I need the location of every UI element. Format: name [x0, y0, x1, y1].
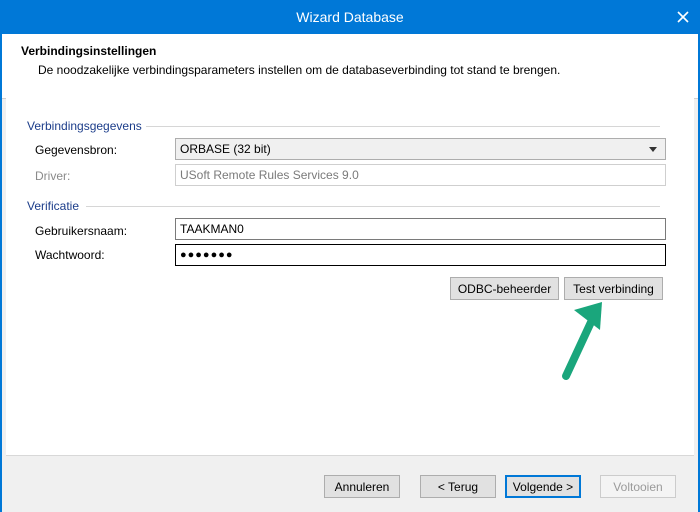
test-connection-button[interactable]: Test verbinding	[564, 277, 663, 300]
next-button[interactable]: Volgende >	[505, 475, 581, 498]
title-bar: Wizard Database	[0, 0, 700, 34]
datasource-select[interactable]: ORBASE (32 bit)	[175, 138, 666, 160]
window-frame-left	[0, 34, 2, 512]
cancel-button[interactable]: Annuleren	[324, 475, 400, 498]
wizard-content: Verbindingsgegevens Gegevensbron: ORBASE…	[6, 98, 694, 456]
password-label: Wachtwoord:	[35, 248, 105, 262]
driver-value: USoft Remote Rules Services 9.0	[180, 168, 359, 182]
password-value: ●●●●●●●	[180, 249, 234, 261]
wizard-header: Verbindingsinstellingen De noodzakelijke…	[2, 34, 698, 99]
annotation-arrow-icon	[562, 302, 602, 380]
close-icon	[677, 11, 689, 23]
wizard-footer: Annuleren < Terug Volgende > Voltooien	[2, 456, 698, 512]
window-title: Wizard Database	[296, 9, 404, 25]
driver-label: Driver:	[35, 169, 71, 183]
chevron-down-icon	[649, 147, 657, 152]
datasource-value: ORBASE (32 bit)	[180, 142, 271, 156]
odbc-manager-button[interactable]: ODBC-beheerder	[450, 277, 559, 300]
verification-group-divider	[86, 206, 660, 207]
driver-field: USoft Remote Rules Services 9.0	[175, 164, 666, 186]
datasource-label: Gegevensbron:	[35, 143, 118, 157]
connection-group-title: Verbindingsgegevens	[27, 119, 142, 133]
verification-group-title: Verificatie	[27, 199, 80, 213]
password-input[interactable]: ●●●●●●●	[175, 244, 666, 266]
username-label: Gebruikersnaam:	[35, 224, 128, 238]
username-input[interactable]: TAAKMAN0	[175, 218, 666, 240]
finish-button: Voltooien	[600, 475, 676, 498]
username-value: TAAKMAN0	[180, 222, 244, 236]
page-title: Verbindingsinstellingen	[21, 44, 157, 58]
close-button[interactable]	[666, 0, 700, 34]
page-subtitle: De noodzakelijke verbindingsparameters i…	[38, 63, 561, 77]
connection-group-divider	[146, 126, 660, 127]
back-button[interactable]: < Terug	[420, 475, 496, 498]
